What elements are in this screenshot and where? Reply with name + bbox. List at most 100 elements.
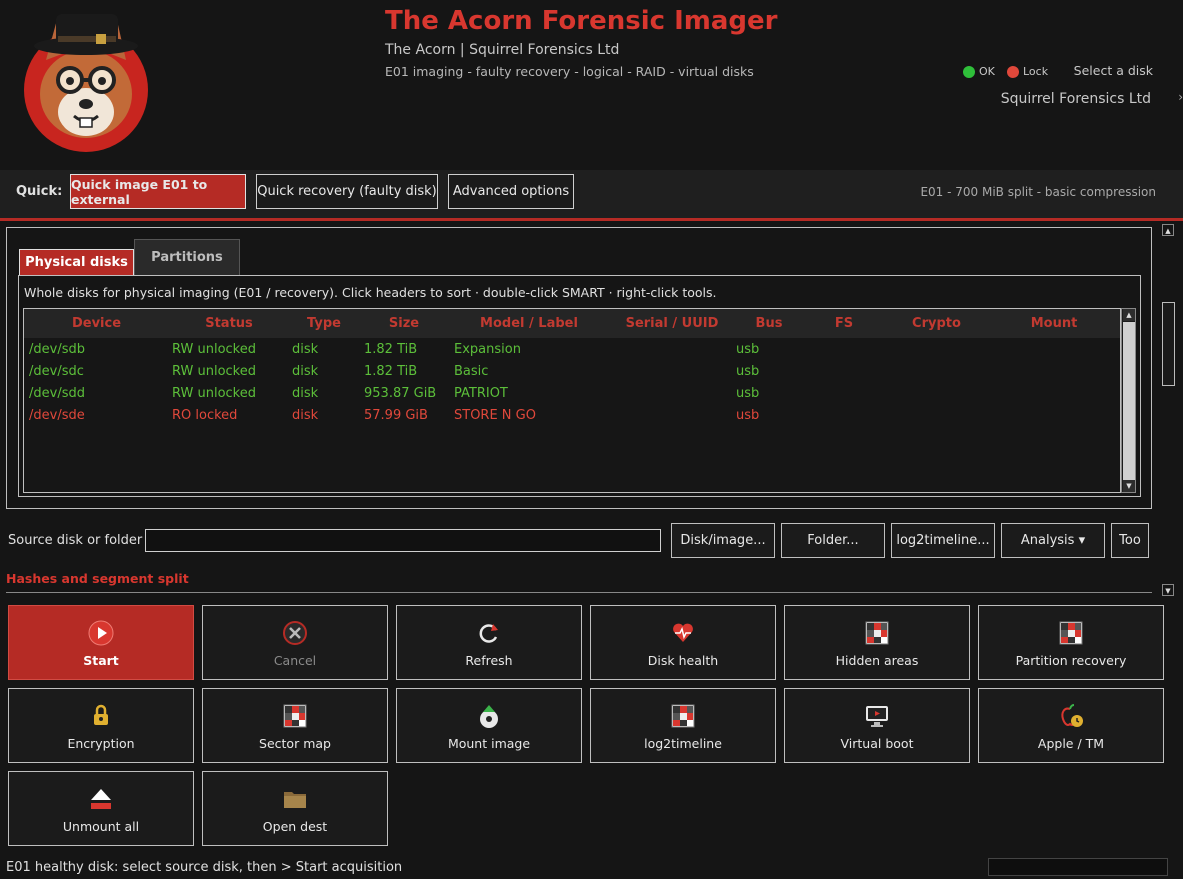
quick-label: Quick: — [16, 184, 63, 199]
col-device[interactable]: Device — [54, 316, 139, 331]
cell-size: 1.82 TiB — [364, 364, 418, 379]
table-row[interactable]: /dev/sde RO locked disk 57.99 GiB STORE N GO… — [24, 405, 1120, 427]
tile-label: Disk health — [647, 653, 719, 668]
apple-tm-button[interactable]: Apple / TM — [978, 688, 1164, 763]
tile-label: Encryption — [67, 736, 135, 751]
cell-device: /dev/sdd — [29, 386, 85, 401]
main-scrollbar[interactable]: ▲ ▼ — [1161, 224, 1176, 596]
refresh-button[interactable]: Refresh — [396, 605, 582, 680]
heart-pulse-icon — [670, 620, 696, 646]
table-row[interactable]: /dev/sdb RW unlocked disk 1.82 TiB Expansion… — [24, 339, 1120, 361]
cell-size: 57.99 GiB — [364, 408, 428, 423]
open-dest-button[interactable]: Open dest — [202, 771, 388, 846]
col-size[interactable]: Size — [379, 316, 429, 331]
cell-size: 1.82 TiB — [364, 342, 418, 357]
mount-icon — [476, 703, 502, 729]
virtual-boot-button[interactable]: Virtual boot — [784, 688, 970, 763]
cell-type: disk — [292, 386, 319, 401]
grid-icon — [1058, 620, 1084, 646]
app-title: The Acorn Forensic Imager — [385, 6, 778, 36]
cell-type: disk — [292, 408, 319, 423]
partition-recovery-button[interactable]: Partition recovery — [978, 605, 1164, 680]
select-disk-hint: Select a disk — [1073, 63, 1153, 78]
disk-health-button[interactable]: Disk health — [590, 605, 776, 680]
scroll-up-icon[interactable]: ▲ — [1123, 309, 1135, 321]
col-mount[interactable]: Mount — [1024, 316, 1084, 331]
tile-label: Apple / TM — [1037, 736, 1105, 751]
scroll-down-icon[interactable]: ▼ — [1123, 480, 1135, 492]
tab-partitions[interactable]: Partitions — [134, 239, 240, 275]
quick-recovery-button[interactable]: Quick recovery (faulty disk) — [256, 174, 438, 209]
start-button[interactable]: Start — [8, 605, 194, 680]
cancel-button[interactable]: Cancel — [202, 605, 388, 680]
quick-toolbar: Quick: Quick image E01 to external Quick… — [0, 170, 1183, 218]
tile-label: log2timeline — [644, 736, 722, 751]
col-model[interactable]: Model / Label — [474, 316, 584, 331]
tools-menu-button[interactable]: Too — [1111, 523, 1149, 558]
col-type[interactable]: Type — [299, 316, 349, 331]
company-name: Squirrel Forensics Ltd — [1000, 91, 1151, 107]
cell-status: RW unlocked — [172, 342, 256, 357]
unmount-all-button[interactable]: Unmount all — [8, 771, 194, 846]
hashes-section-label[interactable]: Hashes and segment split — [6, 571, 189, 586]
cell-type: disk — [292, 342, 319, 357]
source-label: Source disk or folder — [8, 533, 143, 548]
cell-model: PATRIOT — [454, 386, 508, 401]
table-scroll-thumb[interactable] — [1123, 322, 1135, 480]
quick-image-e01-button[interactable]: Quick image E01 to external — [70, 174, 246, 209]
cell-type: disk — [292, 364, 319, 379]
main-scroll-down-icon[interactable]: ▼ — [1162, 584, 1174, 596]
advanced-options-button[interactable]: Advanced options — [448, 174, 574, 209]
tile-label: Virtual boot — [840, 736, 914, 751]
legend-lock-label: Lock — [1023, 65, 1049, 78]
col-fs[interactable]: FS — [829, 316, 859, 331]
cell-status: RO locked — [172, 408, 238, 423]
cell-status: RW unlocked — [172, 364, 256, 379]
lock-dot-icon — [1007, 65, 1019, 78]
table-row[interactable]: /dev/sdc RW unlocked disk 1.82 TiB Basic usb — [24, 361, 1120, 383]
grid-icon — [670, 703, 696, 729]
col-crypto[interactable]: Crypto — [904, 316, 969, 331]
cell-model: Expansion — [454, 342, 521, 357]
table-row[interactable]: /dev/sdd RW unlocked disk 953.87 GiB PATRIOT… — [24, 383, 1120, 405]
disk-image-button[interactable]: Disk/image... — [671, 523, 775, 558]
chevron-right-icon: › — [1178, 90, 1183, 104]
log2timeline-button[interactable]: log2timeline — [590, 688, 776, 763]
cell-size: 953.87 GiB — [364, 386, 437, 401]
col-status[interactable]: Status — [184, 316, 274, 331]
sector-map-button[interactable]: Sector map — [202, 688, 388, 763]
status-text: E01 healthy disk: select source disk, th… — [6, 860, 403, 875]
table-scrollbar[interactable]: ▲ ▼ — [1121, 308, 1136, 493]
apple-clock-icon — [1058, 703, 1084, 729]
encryption-button[interactable]: Encryption — [8, 688, 194, 763]
lock-icon — [88, 703, 114, 729]
legend-ok-label: OK — [979, 65, 995, 78]
tile-label: Hidden areas — [835, 653, 919, 668]
cell-status: RW unlocked — [172, 386, 256, 401]
eject-icon — [88, 786, 114, 812]
folder-button[interactable]: Folder... — [781, 523, 885, 558]
col-serial[interactable]: Serial / UUID — [622, 316, 722, 331]
main-scroll-up-icon[interactable]: ▲ — [1162, 224, 1174, 236]
disk-table: Device Status Type Size Model / Label Se… — [23, 308, 1121, 493]
tile-label: Partition recovery — [1015, 653, 1127, 668]
cancel-icon — [282, 620, 308, 646]
log2timeline-button[interactable]: log2timeline... — [891, 523, 995, 558]
cell-device: /dev/sde — [29, 408, 85, 423]
main-scroll-thumb[interactable] — [1162, 302, 1175, 386]
accent-divider — [0, 218, 1183, 221]
cell-bus: usb — [736, 386, 760, 401]
tile-label: Mount image — [447, 736, 531, 751]
quick-settings-note: E01 - 700 MiB split - basic compression — [920, 185, 1156, 199]
analysis-menu-button[interactable]: Analysis ▾ — [1001, 523, 1105, 558]
tile-label: Cancel — [273, 653, 317, 668]
col-bus[interactable]: Bus — [749, 316, 789, 331]
cell-model: Basic — [454, 364, 489, 379]
app-header: The Acorn Forensic Imager The Acorn | Sq… — [0, 0, 1183, 170]
tab-physical-disks[interactable]: Physical disks — [19, 249, 134, 275]
source-input[interactable] — [145, 529, 661, 552]
app-tagline: E01 imaging - faulty recovery - logical … — [385, 64, 754, 79]
mount-image-button[interactable]: Mount image — [396, 688, 582, 763]
hidden-areas-button[interactable]: Hidden areas — [784, 605, 970, 680]
tile-label: Unmount all — [62, 819, 140, 834]
